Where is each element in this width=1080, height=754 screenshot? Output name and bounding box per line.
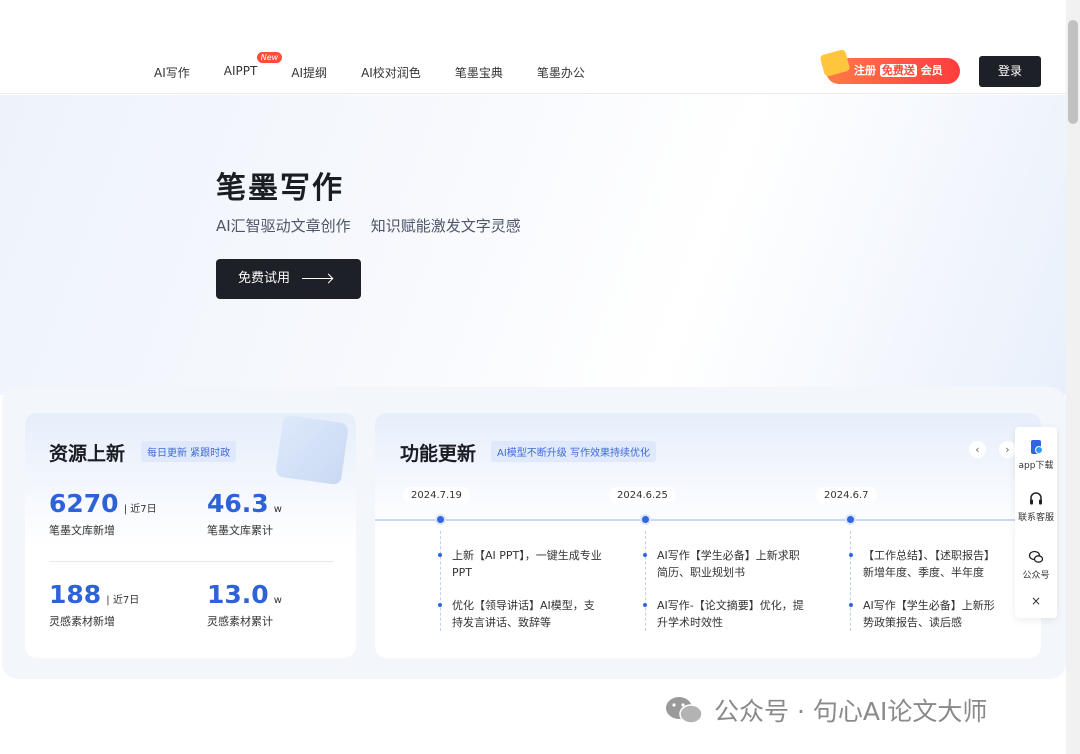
new-badge: New xyxy=(256,52,283,63)
wechat-official-button[interactable]: 公众号 xyxy=(1015,549,1057,581)
nav-item-ai-writing[interactable]: AI写作 xyxy=(154,64,190,81)
hero-section: 笔墨写作 AI汇智驱动文章创作 知识赋能激发文字灵感 免费试用 xyxy=(0,95,1066,395)
stat-library-total: 46.3 w 笔墨文库累计 xyxy=(207,489,282,537)
divider xyxy=(49,561,333,562)
app-download-button[interactable]: app下载 xyxy=(1015,439,1057,471)
stat-inspiration-total: 13.0 w 灵感素材累计 xyxy=(207,580,282,628)
scrollbar[interactable] xyxy=(1066,0,1080,754)
nav-item-aippt[interactable]: AIPPT New xyxy=(224,52,283,81)
timeline-connector xyxy=(440,531,441,631)
hero-subtitle: AI汇智驱动文章创作 知识赋能激发文字灵感 xyxy=(216,217,521,235)
folder-icon xyxy=(275,414,349,486)
timeline-connector xyxy=(645,531,646,631)
updates-title: 功能更新 xyxy=(400,443,477,465)
scrollbar-thumb[interactable] xyxy=(1068,20,1078,124)
timeline-item: 上新【AI PPT】，一键生成专业PPT xyxy=(438,549,602,579)
timeline-item: AI写作【学生必备】上新求职简历、职业规划书 xyxy=(643,547,807,581)
wechat-logo-icon xyxy=(666,697,703,724)
nav-item-ai-proofread[interactable]: AI校对润色 xyxy=(361,64,421,81)
phone-download-icon xyxy=(1031,440,1043,454)
timeline-dot xyxy=(435,514,446,525)
prev-arrow-button[interactable]: ‹ xyxy=(969,441,986,458)
resources-tag: 每日更新 紧跟时政 xyxy=(141,441,237,462)
timeline-connector xyxy=(850,531,851,631)
nav-item-ai-outline[interactable]: AI提纲 xyxy=(291,64,327,81)
timeline-date: 2024.6.7 xyxy=(816,487,877,504)
resources-card: 资源上新 每日更新 紧跟时政 6270 | 近7日 笔墨文库新增 46.3 w … xyxy=(25,413,356,658)
headset-icon xyxy=(1030,492,1042,505)
nav-menu: AI写作 AIPPT New AI提纲 AI校对润色 笔墨宝典 笔墨办公 xyxy=(154,52,619,81)
top-nav: AI写作 AIPPT New AI提纲 AI校对润色 笔墨宝典 笔墨办公 注册 免… xyxy=(0,0,1066,94)
side-float-bar: app下载 联系客服 公众号 × xyxy=(1015,427,1057,618)
contact-service-button[interactable]: 联系客服 xyxy=(1015,491,1057,523)
hero-title: 笔墨写作 xyxy=(216,171,344,206)
resources-title: 资源上新 xyxy=(49,443,126,465)
free-trial-button[interactable]: 免费试用 xyxy=(216,259,361,299)
gift-icon xyxy=(819,49,851,77)
updates-tag: AI模型不断升级 写作效果持续优化 xyxy=(491,441,656,462)
timeline-date: 2024.6.25 xyxy=(609,487,676,504)
timeline-item: AI写作【学生必备】上新形势政策报告、读后感 xyxy=(849,597,1003,631)
register-promo-button[interactable]: 注册 免费送 会员 xyxy=(819,49,960,84)
timeline-dot xyxy=(640,514,651,525)
updates-card: 功能更新 AI模型不断升级 写作效果持续优化 ‹ › 2024.7.19 上新【… xyxy=(375,413,1041,658)
timeline-date: 2024.7.19 xyxy=(403,487,470,504)
nav-item-bimo-guide[interactable]: 笔墨宝典 xyxy=(455,64,503,81)
stat-library-new: 6270 | 近7日 笔墨文库新增 xyxy=(49,489,157,537)
timeline-item: 【工作总结】、【述职报告】新增年度、季度、半年度 xyxy=(849,547,1003,581)
arrow-right-icon xyxy=(302,278,333,279)
stat-inspiration-new: 188 | 近7日 灵感素材新增 xyxy=(49,580,140,628)
close-side-bar-button[interactable]: × xyxy=(1015,594,1057,608)
wechat-icon xyxy=(1028,550,1044,563)
timeline-dot xyxy=(845,514,856,525)
nav-item-bimo-office[interactable]: 笔墨办公 xyxy=(537,64,585,81)
timeline-item: 优化【领导讲话】AI模型，支持发言讲话、致辞等 xyxy=(438,597,602,631)
watermark: 公众号 · 句心AI论文大师 xyxy=(664,692,987,728)
next-arrow-button[interactable]: › xyxy=(999,441,1016,458)
login-button[interactable]: 登录 xyxy=(979,56,1041,87)
timeline-line xyxy=(375,519,1041,521)
timeline-item: AI写作-【论文摘要】优化，提升学术时效性 xyxy=(643,597,807,631)
